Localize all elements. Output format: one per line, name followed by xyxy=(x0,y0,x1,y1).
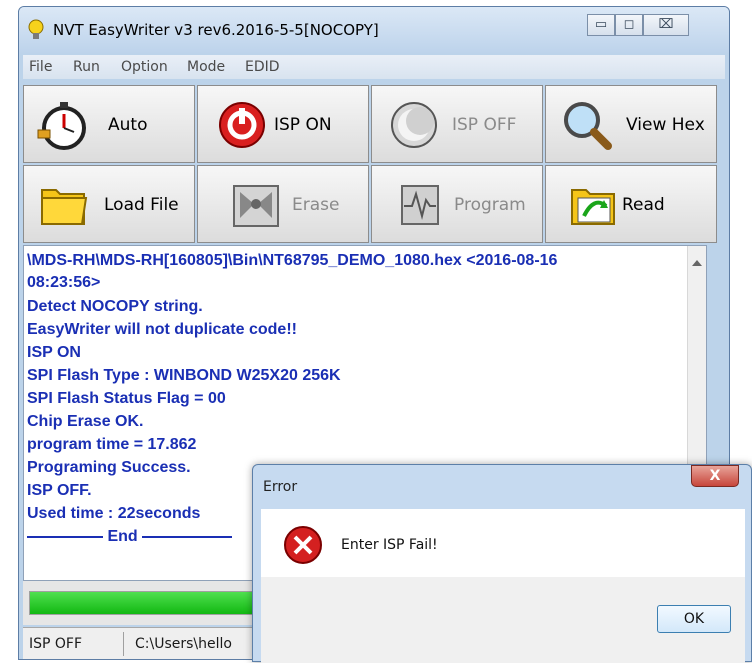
erase-label: Erase xyxy=(292,195,340,215)
close-icon: ⌧ xyxy=(658,17,674,32)
menu-bar: File Run Option Mode EDID xyxy=(23,55,725,79)
eraser-icon xyxy=(233,185,279,227)
power-on-icon xyxy=(219,102,265,148)
view-hex-button[interactable]: View Hex xyxy=(545,85,717,163)
scroll-up-icon[interactable] xyxy=(692,258,702,266)
program-label: Program xyxy=(454,195,526,215)
moon-icon xyxy=(391,102,437,148)
dialog-title: Error xyxy=(263,479,298,495)
read-button[interactable]: Read xyxy=(545,165,717,243)
folder-icon xyxy=(41,189,88,225)
folder-refresh-icon xyxy=(571,189,615,225)
load-file-label: Load File xyxy=(104,195,179,215)
log-line: ISP OFF. xyxy=(27,482,92,499)
stopwatch-icon xyxy=(37,102,86,150)
load-file-button[interactable]: Load File xyxy=(23,165,195,243)
error-dialog: Error X Enter ISP Fail! OK xyxy=(252,464,752,663)
menu-option[interactable]: Option xyxy=(121,59,168,75)
log-line: SPI Flash Type : WINBOND W25X20 256K xyxy=(27,367,341,384)
divider xyxy=(142,535,233,538)
menu-mode[interactable]: Mode xyxy=(187,59,225,75)
log-line: Detect NOCOPY string. xyxy=(27,298,203,315)
log-line: SPI Flash Status Flag = 00 xyxy=(27,390,226,407)
isp-off-label: ISP OFF xyxy=(452,115,517,135)
ok-label: OK xyxy=(683,611,705,627)
ok-button[interactable]: OK xyxy=(657,605,731,633)
divider xyxy=(27,535,103,538)
log-line: Chip Erase OK. xyxy=(27,413,144,430)
read-label: Read xyxy=(622,195,665,215)
lightbulb-icon xyxy=(28,19,44,39)
log-end-line: End xyxy=(27,528,233,546)
log-line: Used time : 22seconds xyxy=(27,505,201,522)
log-line: ISP ON xyxy=(27,344,81,361)
dialog-message: Enter ISP Fail! xyxy=(341,537,438,553)
minimize-icon: ▭ xyxy=(594,17,608,32)
chip-icon xyxy=(401,185,439,225)
log-line: \MDS-RH\MDS-RH[160805]\Bin\NT68795_DEMO_… xyxy=(27,252,558,269)
isp-off-button[interactable]: ISP OFF xyxy=(371,85,543,163)
minimize-button[interactable]: ▭ xyxy=(587,14,615,36)
dialog-footer: OK xyxy=(261,577,745,663)
isp-on-button[interactable]: ISP ON xyxy=(197,85,369,163)
auto-button[interactable]: Auto xyxy=(23,85,195,163)
log-end-label: End xyxy=(107,528,138,545)
program-button[interactable]: Program xyxy=(371,165,543,243)
log-line: program time = 17.862 xyxy=(27,436,197,453)
log-line: Programing Success. xyxy=(27,459,191,476)
log-line: 08:23:56> xyxy=(27,274,101,291)
title-bar: NVT EasyWriter v3 rev6.2016-5-5[NOCOPY] … xyxy=(19,7,729,53)
view-hex-label: View Hex xyxy=(626,115,705,135)
window-title: NVT EasyWriter v3 rev6.2016-5-5[NOCOPY] xyxy=(53,21,379,39)
close-button[interactable]: ⌧ xyxy=(643,14,689,36)
menu-edid[interactable]: EDID xyxy=(245,59,280,75)
status-state: ISP OFF xyxy=(29,636,83,652)
erase-button[interactable]: Erase xyxy=(197,165,369,243)
auto-label: Auto xyxy=(108,115,148,135)
menu-run[interactable]: Run xyxy=(73,59,100,75)
isp-on-label: ISP ON xyxy=(274,115,332,135)
maximize-icon: ◻ xyxy=(623,17,635,32)
divider xyxy=(123,632,124,656)
status-path: C:\Users\hello xyxy=(135,636,232,652)
dialog-close-button[interactable]: X xyxy=(691,465,739,487)
log-line: EasyWriter will not duplicate code!! xyxy=(27,321,297,338)
close-icon: X xyxy=(709,468,721,484)
dialog-body: Enter ISP Fail! xyxy=(261,509,745,577)
magnifier-icon xyxy=(564,102,612,150)
menu-file[interactable]: File xyxy=(29,59,52,75)
maximize-button[interactable]: ◻ xyxy=(615,14,643,36)
error-icon xyxy=(284,526,322,564)
